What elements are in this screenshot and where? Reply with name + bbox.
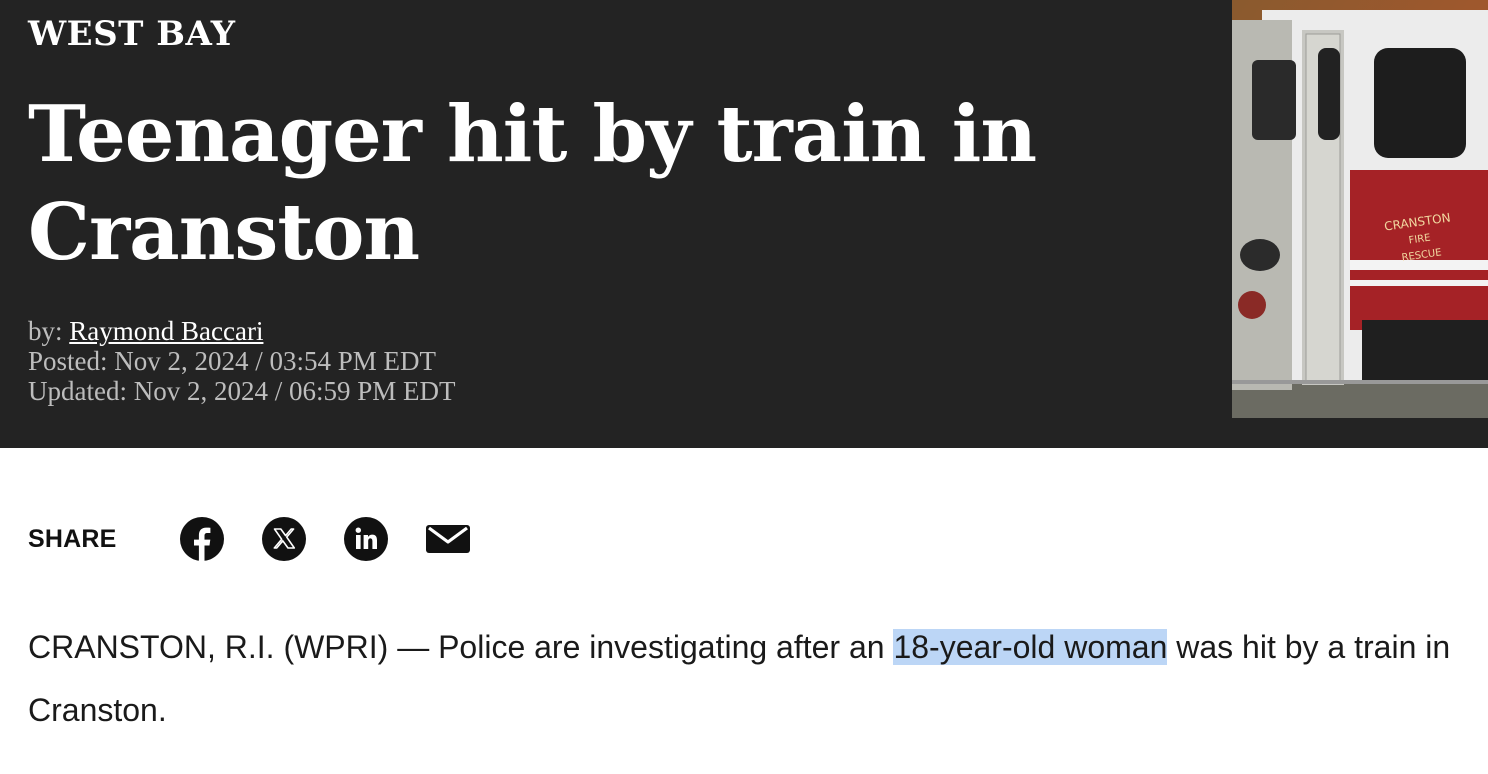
fire-truck-photo: CRANSTON FIRE RESCUE bbox=[1232, 0, 1488, 418]
x-icon bbox=[261, 517, 306, 561]
author-link[interactable]: Raymond Baccari bbox=[69, 316, 263, 346]
section-label[interactable]: WEST BAY bbox=[28, 14, 236, 54]
article-headline: Teenager hit by train in Cranston bbox=[28, 89, 1037, 278]
byline: by: Raymond Baccari bbox=[28, 316, 455, 346]
linkedin-icon bbox=[343, 517, 388, 561]
x-share-button[interactable] bbox=[261, 516, 307, 562]
selected-text[interactable]: 18-year-old woman bbox=[893, 629, 1168, 665]
linkedin-share-button[interactable] bbox=[343, 516, 389, 562]
article-paragraph: CRANSTON, R.I. (WPRI) — Police are inves… bbox=[28, 616, 1483, 742]
paragraph-text-start: CRANSTON, R.I. (WPRI) — Police are inves… bbox=[28, 629, 894, 665]
mail-icon bbox=[425, 525, 470, 553]
article-header: WEST BAY Teenager hit by train in Cranst… bbox=[0, 0, 1488, 448]
email-share-button[interactable] bbox=[425, 516, 471, 562]
updated-date: Updated: Nov 2, 2024 / 06:59 PM EDT bbox=[28, 376, 456, 406]
share-label: SHARE bbox=[28, 524, 117, 553]
facebook-share-button[interactable] bbox=[179, 516, 225, 562]
byline-prefix: by: bbox=[28, 316, 70, 346]
posted-date: Posted: Nov 2, 2024 / 03:54 PM EDT bbox=[28, 346, 437, 376]
facebook-icon bbox=[179, 517, 224, 562]
share-bar: SHARE bbox=[28, 512, 507, 566]
article-meta: by: Raymond Baccari Posted: Nov 2, 2024 … bbox=[28, 316, 455, 406]
article-photo[interactable]: CRANSTON FIRE RESCUE bbox=[1232, 0, 1488, 418]
